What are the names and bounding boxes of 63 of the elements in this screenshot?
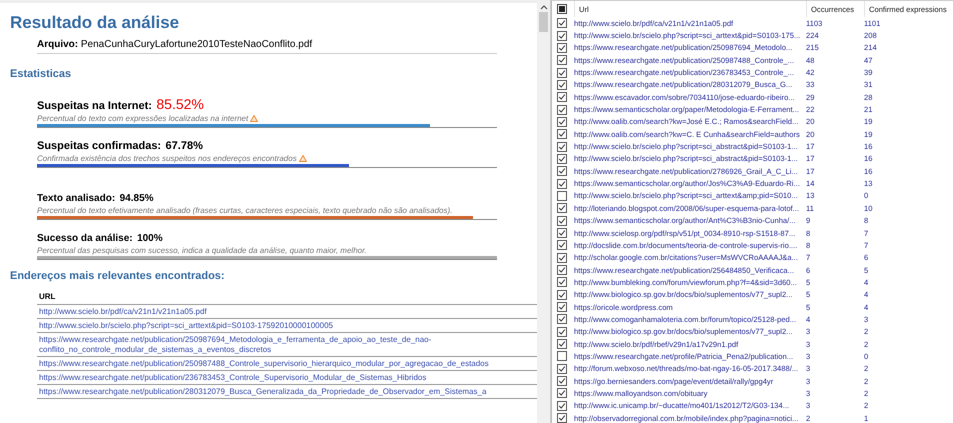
checkbox[interactable] (557, 265, 567, 276)
checkbox[interactable] (557, 129, 567, 140)
stat-label: Suspeitas na Internet: (37, 100, 152, 112)
checkbox[interactable] (557, 240, 567, 250)
checkbox[interactable] (557, 68, 567, 78)
section-heading: Endereços mais relevantes encontrados: (10, 270, 226, 282)
checkbox[interactable] (557, 228, 567, 238)
checkbox[interactable] (557, 92, 567, 102)
stat-value: 100% (137, 233, 163, 244)
checkbox[interactable] (557, 413, 567, 423)
stat-value: 94.85% (120, 193, 154, 204)
select-all-checkbox[interactable] (557, 4, 567, 14)
stat-value: 67.78% (166, 140, 203, 152)
checkbox[interactable] (557, 80, 567, 90)
checkbox[interactable] (557, 400, 567, 411)
url-link[interactable]: https://www.researchgate.net/publication/280312079_Busca_Generalizada_da_Propriedade_de_Observador_em_Sistemas_a (37, 385, 537, 399)
checkbox[interactable] (557, 55, 567, 66)
stat-description: Percentual do texto com expressões localizadas na internet (37, 114, 248, 123)
checkbox[interactable] (557, 30, 567, 41)
column-header: URL (37, 290, 537, 305)
page-title: Resultado da análise (10, 13, 180, 33)
section-heading: Estatisticas (10, 68, 72, 80)
checkbox[interactable] (557, 376, 567, 386)
checkbox[interactable] (557, 104, 567, 115)
stat-description: Percentual do texto efetivamente analisado (frases curtas, caracteres especiais, texto quebrado não são analisados). (37, 206, 452, 215)
url-link[interactable]: https://www.researchgate.net/publication/250987694_Metodologia_e_ferramenta_de_apoio_ao_teste_de_nao-conflito_no_controle_modular_de_sistemas_a_eventos_discretos (37, 333, 537, 357)
checkbox[interactable] (557, 326, 567, 337)
warning-icon (250, 115, 258, 122)
url-link[interactable]: http://www.scielo.br/scielo.php?script=sci_arttext&pid=S0103-17592010000100005 (37, 319, 537, 333)
stat-value: 85.52% (156, 96, 204, 112)
checkbox[interactable] (557, 290, 567, 300)
checkbox[interactable] (557, 314, 567, 324)
checkbox[interactable] (557, 18, 567, 28)
file-name: PenaCunhaCuryLafortune2010TesteNaoConflito.pdf (80, 39, 312, 50)
checkbox[interactable] (557, 154, 567, 164)
url-link[interactable]: https://www.researchgate.net/publication/236783453_Controle_Supervisorio_Modular_de_Sistemas_Hibridos (37, 371, 537, 385)
checkbox[interactable] (557, 252, 567, 263)
checkbox[interactable] (557, 302, 567, 312)
url-link[interactable]: https://www.researchgate.net/publication/250987488_Controle_supervisorio_hierarquico_modular_por_agregacao_de_estados (37, 357, 537, 371)
warning-icon (298, 155, 307, 162)
checkbox[interactable] (557, 203, 567, 214)
checkbox[interactable] (557, 388, 567, 398)
stat-description: Confirmada existência dos trechos suspeitos nos endereços encontrados (37, 154, 297, 163)
stat-label: Suspeitas confirmadas: (37, 140, 162, 152)
checkbox[interactable] (557, 351, 567, 362)
scrollbar[interactable] (537, 0, 551, 423)
checkbox[interactable] (557, 116, 567, 127)
stat-label: Sucesso da análise: (37, 233, 133, 244)
checkbox[interactable] (557, 142, 567, 152)
checkbox[interactable] (557, 216, 567, 226)
checkbox[interactable] (557, 190, 567, 201)
scroll-up-icon[interactable] (540, 4, 548, 10)
checkbox[interactable] (557, 277, 567, 288)
checkbox[interactable] (557, 178, 567, 189)
stat-description: Percentual das pesquisas com sucesso, indica a qualidade da análise, quanto maior, melhor. (37, 246, 367, 255)
checkbox[interactable] (557, 42, 567, 53)
url-link[interactable]: http://www.scielo.br/pdf/ca/v21n1/v21n1a05.pdf (37, 305, 537, 319)
stat-label: Texto analisado: (37, 193, 116, 204)
file-label: Arquivo: (37, 39, 78, 50)
scrollbar-thumb[interactable] (539, 12, 548, 32)
checkbox[interactable] (557, 364, 567, 374)
checkbox[interactable] (557, 166, 567, 176)
checkbox[interactable] (557, 339, 567, 350)
